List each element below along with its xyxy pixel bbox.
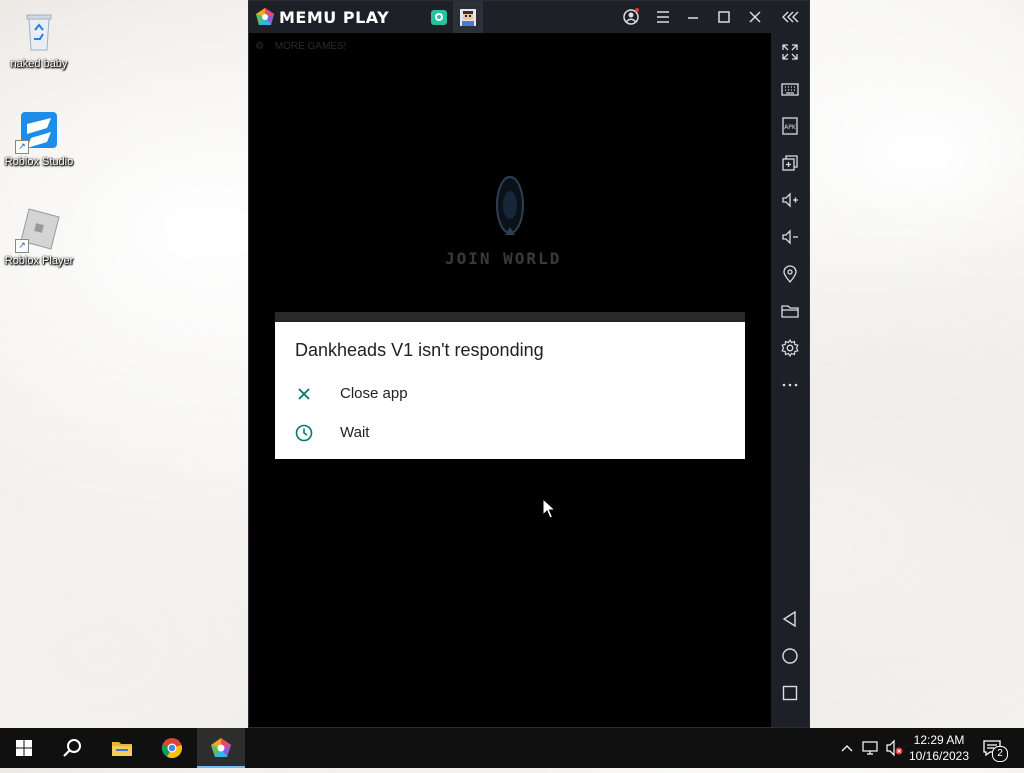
more-icon[interactable] bbox=[780, 375, 800, 395]
gear-icon: ⚙ bbox=[255, 41, 264, 52]
close-app-label: Close app bbox=[340, 385, 408, 402]
roblox-player-icon: ↗ bbox=[15, 207, 61, 253]
account-icon[interactable] bbox=[621, 7, 641, 27]
maximize-icon[interactable] bbox=[714, 7, 734, 27]
desktop-icon-label: Roblox Player bbox=[4, 255, 74, 267]
mouse-cursor-icon bbox=[542, 497, 557, 520]
tab-app-store[interactable] bbox=[427, 5, 451, 29]
chrome-button[interactable] bbox=[148, 728, 196, 768]
desktop-icon-label: Roblox Studio bbox=[4, 156, 74, 168]
volume-up-icon[interactable] bbox=[780, 190, 800, 210]
search-button[interactable] bbox=[48, 728, 96, 768]
back-icon[interactable] bbox=[780, 609, 800, 629]
settings-icon[interactable] bbox=[780, 338, 800, 358]
game-logo-icon bbox=[495, 175, 525, 247]
menu-icon[interactable] bbox=[653, 7, 673, 27]
multi-instance-icon[interactable] bbox=[780, 153, 800, 173]
brand-title: MEMU PLAY bbox=[279, 8, 390, 27]
volume-down-icon[interactable] bbox=[780, 227, 800, 247]
minimize-icon[interactable] bbox=[683, 7, 703, 27]
emulator-sidebar: APK bbox=[771, 33, 809, 727]
clock-date: 10/16/2023 bbox=[908, 749, 970, 763]
join-world-text: JOIN WORLD bbox=[445, 249, 562, 268]
start-button[interactable] bbox=[0, 728, 48, 768]
android-screen[interactable]: ⚙ MORE GAMES! JOIN WORLD Dankheads V1 is… bbox=[249, 33, 771, 727]
fullscreen-icon[interactable] bbox=[780, 42, 800, 62]
memu-icon bbox=[211, 738, 231, 757]
tray-overflow-icon[interactable] bbox=[838, 728, 856, 768]
desktop-icon-roblox-player[interactable]: ↗ Roblox Player bbox=[0, 207, 78, 268]
file-explorer-icon bbox=[112, 742, 132, 756]
taskbar: 12:29 AM 10/16/2023 2 bbox=[0, 728, 1024, 768]
close-app-option[interactable]: Close app bbox=[275, 376, 745, 412]
keyboard-icon[interactable] bbox=[780, 79, 800, 99]
close-icon[interactable] bbox=[745, 7, 765, 27]
folder-icon[interactable] bbox=[780, 301, 800, 321]
desktop-icon-roblox-studio[interactable]: ↗ Roblox Studio bbox=[0, 108, 78, 169]
file-explorer-button[interactable] bbox=[98, 728, 146, 768]
memu-window: MEMU PLAY ⚙ MORE GAMES! JOIN WORLD Dankh… bbox=[248, 0, 810, 728]
shortcut-arrow-icon: ↗ bbox=[15, 239, 29, 253]
recycle-bin-icon bbox=[17, 10, 61, 54]
location-icon[interactable] bbox=[780, 264, 800, 284]
game-toolbar[interactable]: ⚙ MORE GAMES! bbox=[255, 39, 355, 55]
tab-game-icon[interactable] bbox=[456, 5, 480, 29]
desktop-icon-recycle-bin[interactable]: naked baby bbox=[0, 10, 78, 71]
clock-time: 12:29 AM bbox=[913, 733, 965, 747]
wait-label: Wait bbox=[340, 424, 370, 441]
memu-taskbar-button[interactable] bbox=[197, 728, 245, 768]
desktop-icon-label: naked baby bbox=[10, 58, 68, 70]
search-icon bbox=[63, 739, 81, 757]
apk-icon[interactable]: APK bbox=[780, 116, 800, 136]
title-bar: MEMU PLAY bbox=[249, 1, 809, 33]
roblox-studio-icon: ↗ bbox=[15, 108, 61, 154]
collapse-sidebar-icon[interactable] bbox=[780, 7, 800, 27]
dialog-scrim-strip bbox=[275, 312, 745, 322]
network-icon[interactable] bbox=[860, 728, 882, 768]
more-games-label: MORE GAMES! bbox=[274, 41, 347, 52]
svg-text:APK: APK bbox=[784, 124, 797, 131]
recents-icon[interactable] bbox=[780, 683, 800, 703]
wait-option[interactable]: Wait bbox=[275, 415, 745, 451]
start-icon bbox=[16, 740, 32, 756]
chrome-icon bbox=[161, 738, 182, 759]
dialog-title: Dankheads V1 isn't responding bbox=[295, 340, 544, 360]
clock-icon bbox=[294, 423, 314, 443]
taskbar-clock[interactable]: 12:29 AM 10/16/2023 bbox=[904, 732, 974, 764]
memu-logo-icon bbox=[255, 7, 275, 27]
home-icon[interactable] bbox=[780, 646, 800, 666]
shortcut-arrow-icon: ↗ bbox=[15, 140, 29, 154]
anr-dialog: Dankheads V1 isn't responding Close app … bbox=[275, 322, 745, 459]
volume-muted-icon[interactable] bbox=[884, 728, 906, 768]
close-x-icon bbox=[294, 384, 314, 404]
notifications-badge: 2 bbox=[992, 746, 1008, 762]
